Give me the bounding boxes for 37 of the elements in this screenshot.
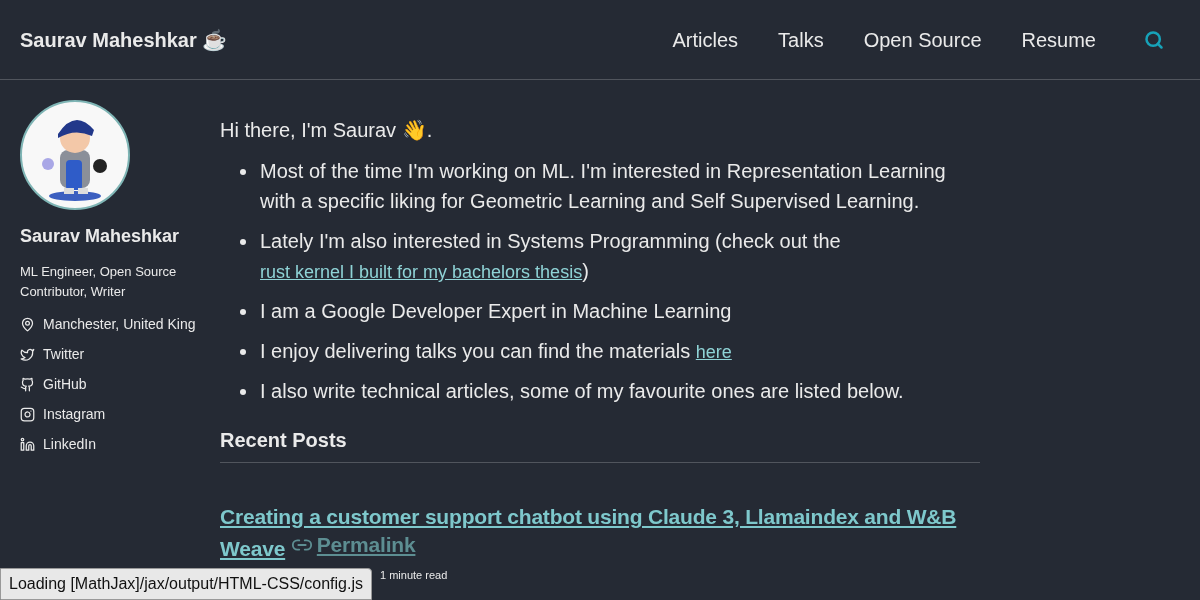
- author-name: Saurav Maheshkar: [20, 225, 181, 248]
- permalink[interactable]: Permalink: [290, 531, 416, 559]
- bullet-icon: [240, 389, 246, 395]
- bullet-text: Most of the time I'm working on ML. I'm interested in Representation Learning with a specific liking for Geometric Learning and Self Supervised Learning.: [260, 159, 947, 214]
- twitter-icon: [20, 346, 35, 362]
- author-bio: ML Engineer, Open Source Contributor, Writer: [20, 263, 178, 301]
- site-title[interactable]: Saurav Maheshkar ☕: [20, 25, 228, 54]
- instagram-icon: [20, 406, 35, 422]
- bullet-icon: [240, 239, 246, 245]
- bullet-icon: [240, 169, 246, 175]
- read-time: 1 minute read: [380, 568, 449, 583]
- sidebar-link[interactable]: LinkedIn: [20, 434, 200, 454]
- bullet-text: Lately I'm also interested in Systems Programming (check out the rust kernel I built for my bachelors thesis): [260, 229, 842, 284]
- nav-link[interactable]: Talks: [778, 25, 824, 54]
- search-icon: [1144, 29, 1164, 50]
- sidebar-link[interactable]: GitHub: [20, 374, 200, 394]
- search-button[interactable]: [1144, 29, 1164, 50]
- nav-link[interactable]: Resume: [1021, 25, 1096, 54]
- inline-link[interactable]: rust kernel I built for my bachelors thesis: [260, 262, 583, 282]
- sidebar-link[interactable]: Instagram: [20, 404, 200, 424]
- nav-link[interactable]: Articles: [672, 25, 739, 54]
- nav-link[interactable]: Open Source: [863, 25, 982, 54]
- bullet-text: I also write technical articles, some of my favourite ones are listed below.: [260, 379, 904, 404]
- bullet-text: I enjoy delivering talks you can find the materials here: [260, 339, 732, 364]
- github-icon: [20, 376, 35, 392]
- post-title[interactable]: Creating a customer support chatbot using Claude 3, Llamaindex and W&B Weave Permalink: [220, 503, 980, 563]
- map-pin-icon: [20, 316, 35, 332]
- section-heading: Recent Posts: [220, 426, 980, 463]
- bullet-icon: [240, 309, 246, 315]
- sidebar-link[interactable]: Twitter: [20, 344, 200, 364]
- bullet-text: I am a Google Developer Expert in Machine Learning: [260, 299, 732, 324]
- intro-text: Hi there, I'm Saurav 👋.: [220, 118, 434, 143]
- sidebar-link[interactable]: Manchester, United King: [20, 314, 200, 334]
- status-bar: Loading [MathJax]/jax/output/HTML-CSS/config.js: [0, 568, 372, 600]
- bullet-icon: [240, 349, 246, 355]
- inline-link[interactable]: here: [695, 342, 732, 362]
- linkedin-icon: [20, 436, 35, 452]
